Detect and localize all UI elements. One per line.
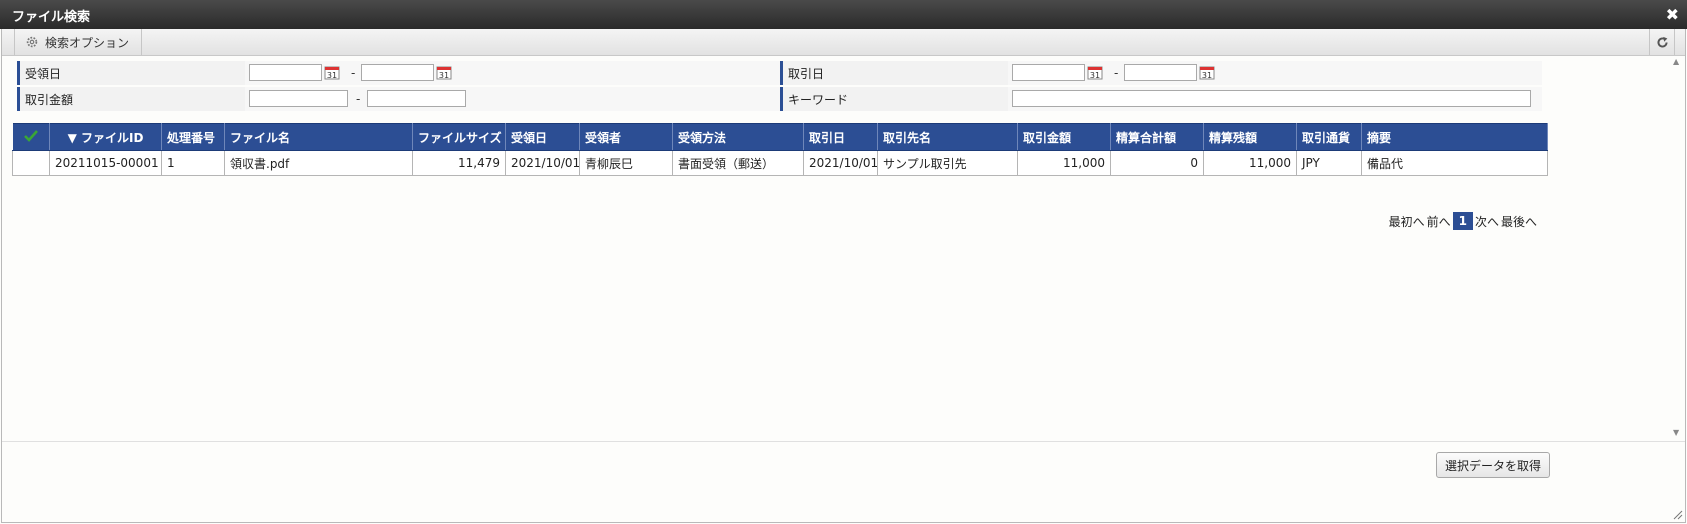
pager-last[interactable]: 最後へ: [1501, 213, 1537, 230]
select-all-header[interactable]: [12, 123, 50, 151]
calendar-day: 31: [439, 71, 449, 80]
cell-settled-total: 0: [1110, 150, 1204, 176]
get-selected-data-button[interactable]: 選択データを取得: [1435, 452, 1550, 478]
calendar-icon[interactable]: 31: [1087, 64, 1103, 80]
resize-grip-icon[interactable]: [1673, 510, 1683, 520]
calendar-day: 31: [1090, 71, 1100, 80]
toolbar: 検索オプション: [2, 29, 1685, 56]
table-header-row: ▼ ファイルID 処理番号 ファイル名 ファイルサイズ 受領日 受領者 受領方法…: [12, 123, 1548, 151]
amount-from-input[interactable]: [249, 90, 348, 107]
cell-received-date: 2021/10/01: [505, 150, 580, 176]
received-date-from-input[interactable]: [249, 64, 322, 81]
range-separator: -: [351, 66, 356, 80]
amount-label: 取引金額: [17, 87, 245, 111]
transaction-date-label: 取引日: [780, 61, 1008, 85]
pager-next[interactable]: 次へ: [1475, 213, 1499, 230]
scroll-up-icon[interactable]: ▲: [1673, 57, 1679, 66]
cell-partner-name: サンプル取引先: [877, 150, 1018, 176]
cell-file-id: 20211015-00001: [49, 150, 162, 176]
column-header-currency[interactable]: 取引通貨: [1296, 123, 1362, 151]
amount-cell: -: [245, 87, 780, 111]
pager: 最初へ 前へ 1 次へ 最後へ: [1389, 212, 1537, 230]
keyword-cell: [1008, 87, 1542, 111]
keyword-label: キーワード: [780, 87, 1008, 111]
calendar-day: 31: [327, 71, 337, 80]
refresh-icon: [1657, 36, 1668, 48]
column-header-receive-method[interactable]: 受領方法: [672, 123, 804, 151]
scroll-down-icon[interactable]: ▼: [1673, 428, 1679, 437]
column-header-settled-balance[interactable]: 精算残額: [1203, 123, 1297, 151]
received-date-to-input[interactable]: [361, 64, 434, 81]
window-titlebar: ファイル検索 ✖: [0, 0, 1687, 29]
column-header-file-name[interactable]: ファイル名: [224, 123, 413, 151]
column-header-receiver[interactable]: 受領者: [579, 123, 673, 151]
cell-transaction-date: 2021/10/01: [803, 150, 878, 176]
search-options-label: 検索オプション: [45, 35, 130, 50]
footer-divider: [2, 441, 1685, 442]
transaction-date-cell: 31 - 31: [1008, 61, 1542, 85]
column-header-summary[interactable]: 摘要: [1361, 123, 1548, 151]
range-separator: -: [356, 92, 361, 106]
calendar-icon[interactable]: 31: [1199, 64, 1215, 80]
column-header-process-no[interactable]: 処理番号: [161, 123, 225, 151]
cell-amount: 11,000: [1017, 150, 1111, 176]
cell-receive-method: 書面受領（郵送）: [672, 150, 804, 176]
cell-process-no: 1: [161, 150, 225, 176]
transaction-date-to-input[interactable]: [1124, 64, 1197, 81]
refresh-button[interactable]: [1649, 29, 1675, 55]
gear-icon: [26, 36, 38, 48]
cell-receiver: 青柳辰巳: [579, 150, 673, 176]
pager-first[interactable]: 最初へ: [1389, 213, 1425, 230]
cell-currency: JPY: [1296, 150, 1362, 176]
search-options-button[interactable]: 検索オプション: [14, 29, 143, 55]
pager-prev[interactable]: 前へ: [1427, 213, 1451, 230]
cell-file-size: 11,479: [412, 150, 506, 176]
close-icon[interactable]: ✖: [1666, 5, 1679, 24]
calendar-icon[interactable]: 31: [324, 64, 340, 80]
column-header-settled-total[interactable]: 精算合計額: [1110, 123, 1204, 151]
column-header-received-date[interactable]: 受領日: [505, 123, 580, 151]
amount-to-input[interactable]: [367, 90, 466, 107]
received-date-label: 受領日: [17, 61, 245, 85]
pager-current[interactable]: 1: [1452, 212, 1473, 230]
table-row[interactable]: 20211015-00001 1 領収書.pdf 11,479 2021/10/…: [12, 150, 1548, 176]
column-header-file-size[interactable]: ファイルサイズ: [412, 123, 506, 151]
check-icon[interactable]: [23, 129, 38, 142]
keyword-input[interactable]: [1012, 90, 1531, 107]
cell-settled-balance: 11,000: [1203, 150, 1297, 176]
dialog-body: 検索オプション 受領日 31 - 31 取引日 31 - 31 取引金額 - キ…: [1, 29, 1686, 523]
cell-summary: 備品代: [1361, 150, 1548, 176]
received-date-cell: 31 - 31: [245, 61, 780, 85]
window-title: ファイル検索: [12, 10, 91, 25]
vertical-scrollbar[interactable]: ▲ ▼: [1671, 57, 1683, 437]
column-header-amount[interactable]: 取引金額: [1017, 123, 1111, 151]
column-header-file-id[interactable]: ▼ ファイルID: [49, 123, 162, 151]
cell-file-name: 領収書.pdf: [224, 150, 413, 176]
transaction-date-from-input[interactable]: [1012, 64, 1085, 81]
row-select-cell[interactable]: [12, 150, 50, 176]
results-table: ▼ ファイルID 処理番号 ファイル名 ファイルサイズ 受領日 受領者 受領方法…: [12, 123, 1548, 176]
column-header-partner-name[interactable]: 取引先名: [877, 123, 1018, 151]
column-header-transaction-date[interactable]: 取引日: [803, 123, 878, 151]
calendar-day: 31: [1202, 71, 1212, 80]
calendar-icon[interactable]: 31: [436, 64, 452, 80]
range-separator: -: [1114, 66, 1119, 80]
